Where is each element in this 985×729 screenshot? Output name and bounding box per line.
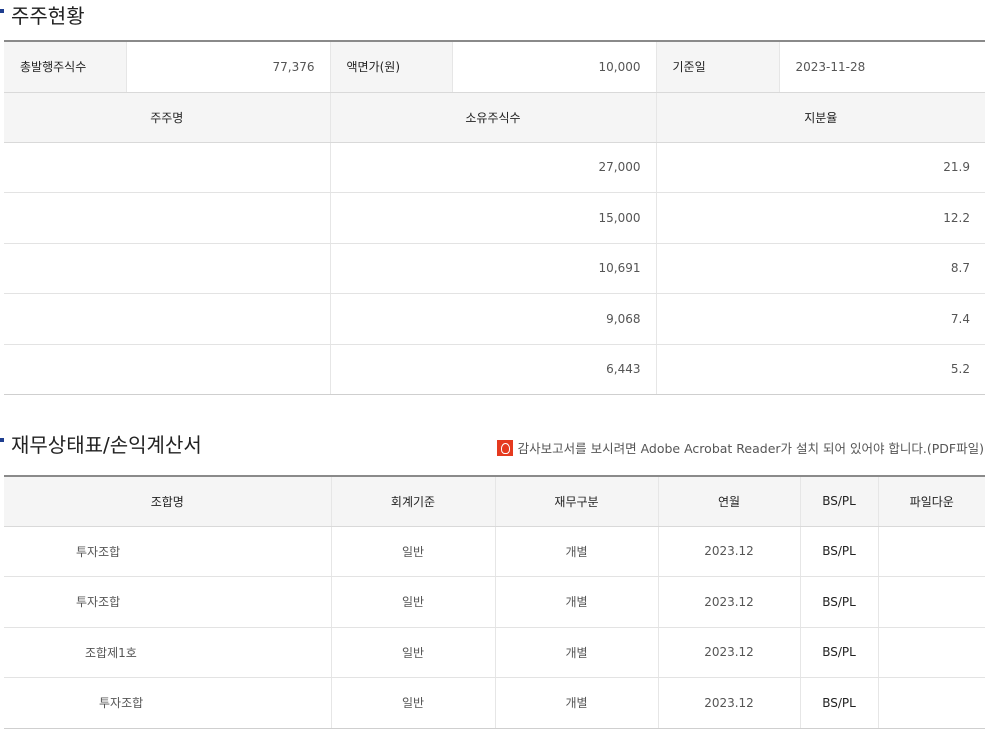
shares-owned: 27,000 (330, 142, 657, 193)
table-row: 투자조합 일반 개별 2023.12 BS/PL (4, 576, 985, 628)
fund-name: 투자조합 (4, 677, 332, 729)
total-shares-label: 총발행주식수 (4, 41, 127, 93)
shareholders-meta-row: 총발행주식수 77,376 액면가(원) 10,000 기준일 2023-11-… (4, 41, 985, 93)
pdf-notice-text: 감사보고서를 보시려면 Adobe Acrobat Reader가 설치 되어 … (517, 441, 984, 456)
financial-type: 개별 (495, 677, 659, 729)
file-download-cell[interactable] (878, 677, 985, 729)
financial-type: 개별 (495, 627, 659, 678)
column-header-period: 연월 (658, 476, 801, 527)
fund-name: 투자조합 (4, 576, 332, 628)
file-download-cell[interactable] (878, 576, 985, 628)
shares-owned: 6,443 (330, 344, 657, 395)
table-row: 10,691 8.7 (4, 243, 985, 294)
shares-owned: 10,691 (330, 243, 657, 294)
bullet-icon (0, 9, 4, 13)
financial-type: 개별 (495, 526, 659, 577)
bullet-icon (0, 438, 4, 442)
shareholder-name (4, 293, 331, 345)
period: 2023.12 (658, 677, 801, 729)
accounting-standard: 일반 (331, 576, 496, 628)
shareholders-table: 총발행주식수 77,376 액면가(원) 10,000 기준일 2023-11-… (4, 40, 985, 395)
table-row: 조합제1호 일반 개별 2023.12 BS/PL (4, 627, 985, 678)
column-header-bspl: BS/PL (800, 476, 879, 527)
accounting-standard: 일반 (331, 627, 496, 678)
shares-owned: 15,000 (330, 192, 657, 244)
fund-name: 투자조합 (4, 526, 332, 577)
ownership-ratio: 21.9 (656, 142, 985, 193)
table-row: 9,068 7.4 (4, 293, 985, 345)
table-row: 투자조합 일반 개별 2023.12 BS/PL (4, 526, 985, 577)
column-header-financial-type: 재무구분 (495, 476, 659, 527)
table-row: 15,000 12.2 (4, 192, 985, 244)
period: 2023.12 (658, 576, 801, 628)
bspl-link[interactable]: BS/PL (800, 627, 879, 678)
column-header-shares-owned: 소유주식수 (330, 92, 657, 143)
financials-header-row: 조합명 회계기준 재무구분 연월 BS/PL 파일다운 (4, 476, 985, 527)
financials-section-title: 재무상태표/손익계산서 (0, 432, 202, 458)
shareholder-name (4, 344, 331, 395)
column-header-accounting-standard: 회계기준 (331, 476, 496, 527)
fund-name: 조합제1호 (4, 627, 332, 678)
shareholders-title-text: 주주현황 (11, 4, 85, 28)
base-date-value: 2023-11-28 (779, 41, 985, 93)
financial-type: 개별 (495, 576, 659, 628)
bspl-link[interactable]: BS/PL (800, 576, 879, 628)
financials-table: 조합명 회계기준 재무구분 연월 BS/PL 파일다운 투자조합 일반 개별 2… (4, 475, 985, 729)
column-header-file-download: 파일다운 (878, 476, 985, 527)
pdf-notice: 감사보고서를 보시려면 Adobe Acrobat Reader가 설치 되어 … (496, 438, 984, 457)
par-value-label: 액면가(원) (330, 41, 453, 93)
ownership-ratio: 5.2 (656, 344, 985, 395)
period: 2023.12 (658, 526, 801, 577)
column-header-shareholder-name: 주주명 (4, 92, 331, 143)
base-date-label: 기준일 (656, 41, 780, 93)
shareholder-name (4, 142, 331, 193)
shareholder-name (4, 192, 331, 244)
total-shares-value: 77,376 (126, 41, 331, 93)
accounting-standard: 일반 (331, 677, 496, 729)
table-row: 27,000 21.9 (4, 142, 985, 193)
table-row: 투자조합 일반 개별 2023.12 BS/PL (4, 677, 985, 729)
shareholders-header-row: 주주명 소유주식수 지분율 (4, 92, 985, 143)
ownership-ratio: 12.2 (656, 192, 985, 244)
period: 2023.12 (658, 627, 801, 678)
file-download-cell[interactable] (878, 627, 985, 678)
file-download-cell[interactable] (878, 526, 985, 577)
shareholders-section-title: 주주현황 (0, 3, 85, 29)
par-value-value: 10,000 (452, 41, 657, 93)
bspl-link[interactable]: BS/PL (800, 677, 879, 729)
accounting-standard: 일반 (331, 526, 496, 577)
shareholder-name (4, 243, 331, 294)
shares-owned: 9,068 (330, 293, 657, 345)
ownership-ratio: 7.4 (656, 293, 985, 345)
financials-title-text: 재무상태표/손익계산서 (11, 433, 202, 457)
table-row: 6,443 5.2 (4, 344, 985, 395)
ownership-ratio: 8.7 (656, 243, 985, 294)
pdf-icon (496, 439, 513, 456)
column-header-fund-name: 조합명 (4, 476, 332, 527)
bspl-link[interactable]: BS/PL (800, 526, 879, 577)
column-header-ownership-ratio: 지분율 (656, 92, 985, 143)
